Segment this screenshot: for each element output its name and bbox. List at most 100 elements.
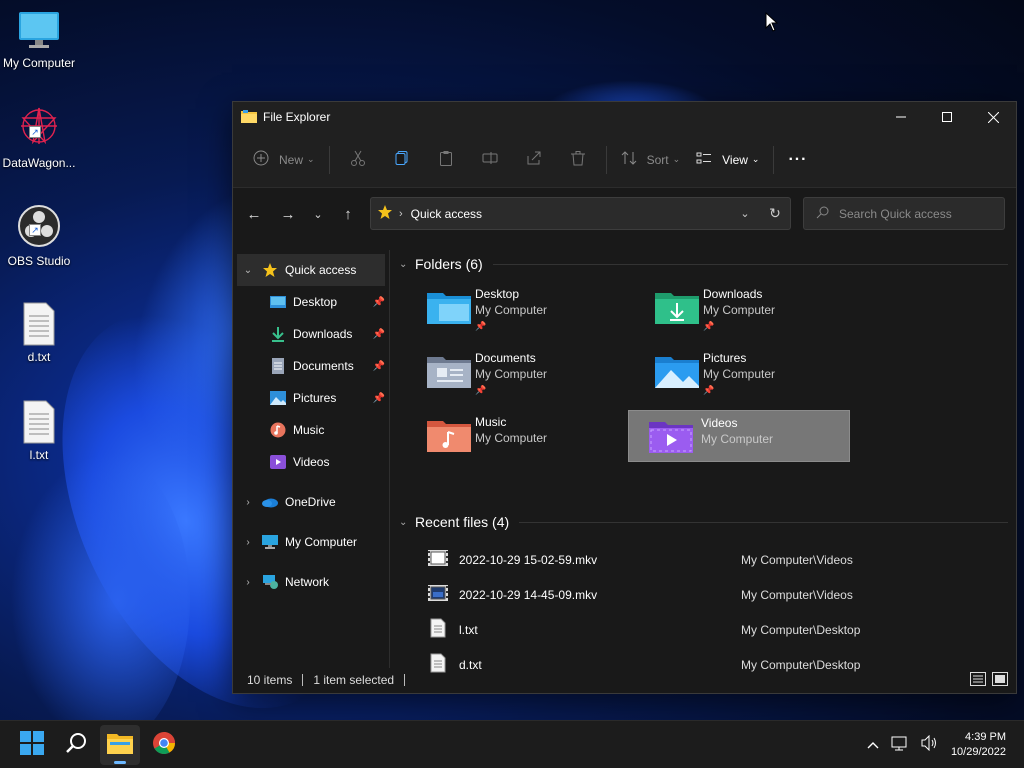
search-icon: [816, 206, 829, 222]
chevron-up-icon: [867, 738, 879, 752]
cut-button[interactable]: [342, 144, 374, 176]
clock[interactable]: 4:39 PM 10/29/2022: [951, 730, 1006, 760]
folder-tile-downloads[interactable]: Downloads My Computer 📌: [619, 282, 841, 334]
chevron-right-icon: ›: [246, 496, 250, 508]
folder-icon: [107, 732, 133, 757]
folder-tile-music[interactable]: Music My Computer: [391, 410, 613, 462]
pin-icon: 📌: [372, 296, 385, 308]
refresh-button[interactable]: ↻: [760, 205, 790, 222]
maximize-button[interactable]: [924, 102, 970, 132]
taskbar: 4:39 PM 10/29/2022: [0, 720, 1024, 768]
search-input[interactable]: [839, 206, 989, 221]
breadcrumb-separator: ›: [399, 207, 403, 220]
desktop-icon-l-txt[interactable]: l.txt: [0, 400, 78, 462]
title-bar[interactable]: File Explorer: [233, 102, 1016, 132]
cloud-icon: [261, 493, 279, 511]
address-bar[interactable]: › Quick access ⌄ ↻: [370, 197, 791, 230]
sidebar-item-network[interactable]: › Network: [233, 566, 389, 598]
picture-icon: [269, 389, 287, 407]
arrow-up-icon: ↑: [344, 205, 352, 223]
start-button[interactable]: [12, 725, 52, 765]
folders-section-header[interactable]: ⌄ Folders (6): [391, 252, 1016, 276]
address-history-button[interactable]: ⌄: [730, 207, 760, 220]
folder-icon: [241, 109, 257, 126]
desktop-folder-icon: [427, 290, 471, 327]
taskbar-chrome-button[interactable]: [144, 725, 184, 765]
delete-button[interactable]: [562, 144, 594, 176]
copy-button[interactable]: [386, 144, 418, 176]
sidebar-item-videos[interactable]: Videos: [233, 446, 389, 478]
folder-tile-desktop[interactable]: Desktop My Computer 📌: [391, 282, 613, 334]
chevron-down-icon: ⌄: [399, 258, 408, 270]
command-bar: New ⌄ Sort ⌄ View ⌄ ···: [233, 132, 1016, 188]
volume-button[interactable]: [921, 734, 939, 754]
pictures-folder-icon: [655, 354, 699, 391]
close-button[interactable]: [970, 102, 1016, 132]
section-divider: [519, 521, 1008, 523]
recent-file-row[interactable]: l.txt My Computer\Desktop: [391, 612, 1016, 647]
arrow-right-icon: →: [280, 205, 296, 223]
speaker-icon: [921, 734, 939, 754]
recent-file-row[interactable]: 2022-10-29 14-45-09.mkv My Computer\Vide…: [391, 577, 1016, 612]
breadcrumb-quick-access[interactable]: Quick access: [411, 207, 482, 221]
navigation-pane: ⌄ Quick access Desktop 📌 Downloads 📌 Doc…: [233, 250, 390, 668]
sidebar-item-downloads[interactable]: Downloads 📌: [233, 318, 389, 350]
show-hidden-icons-button[interactable]: [867, 738, 879, 752]
share-button[interactable]: [518, 144, 550, 176]
sidebar-item-music[interactable]: Music: [233, 414, 389, 446]
up-button[interactable]: ↑: [331, 199, 365, 229]
network-monitor-icon: [891, 736, 909, 754]
desktop-icon-datawagon[interactable]: ↗ DataWagon...: [0, 104, 78, 170]
network-status-button[interactable]: [891, 735, 909, 754]
tiles-view-icon: [992, 671, 1008, 689]
share-icon: [526, 150, 542, 169]
document-icon: [269, 357, 287, 375]
sort-button[interactable]: Sort ⌄: [613, 142, 689, 178]
more-dots-icon: ···: [788, 150, 808, 168]
folder-tile-videos[interactable]: Videos My Computer: [628, 410, 850, 462]
details-view-button[interactable]: [970, 671, 986, 689]
details-view-icon: [970, 671, 986, 689]
status-bar: 10 items 1 item selected: [233, 667, 1016, 693]
rename-button[interactable]: [474, 144, 506, 176]
pin-icon: 📌: [703, 321, 715, 331]
sidebar-item-onedrive[interactable]: › OneDrive: [233, 486, 389, 518]
chevron-down-icon: ⌄: [313, 208, 323, 221]
back-button[interactable]: ←: [237, 199, 271, 229]
monitor-icon: [17, 8, 61, 52]
network-icon: [261, 573, 279, 591]
rename-icon: [482, 150, 498, 169]
content-pane: ⌄ Folders (6) Desktop My Computer 📌 Down…: [391, 250, 1016, 673]
new-button[interactable]: New ⌄: [245, 142, 323, 178]
folder-tile-pictures[interactable]: Pictures My Computer 📌: [619, 346, 841, 398]
view-button[interactable]: View ⌄: [688, 142, 767, 178]
desktop-icon-d-txt[interactable]: d.txt: [0, 302, 78, 364]
recent-files-section-header[interactable]: ⌄ Recent files (4): [391, 510, 1016, 534]
desktop-icon-obs-studio[interactable]: ↗ OBS Studio: [0, 204, 78, 268]
shortcut-arrow-icon: ↗: [29, 224, 41, 236]
sidebar-item-quick-access[interactable]: ⌄ Quick access: [237, 254, 385, 286]
recent-locations-button[interactable]: ⌄: [305, 199, 331, 229]
status-divider: [302, 674, 304, 686]
desktop-icon-my-computer[interactable]: My Computer: [0, 8, 78, 70]
forward-button[interactable]: →: [271, 199, 305, 229]
taskbar-file-explorer-button[interactable]: [100, 724, 140, 765]
plus-circle-icon: [253, 150, 269, 169]
more-options-button[interactable]: ···: [780, 142, 815, 178]
taskbar-search-button[interactable]: [56, 725, 96, 765]
sidebar-item-documents[interactable]: Documents 📌: [233, 350, 389, 382]
sidebar-item-my-computer[interactable]: › My Computer: [233, 526, 389, 558]
scissors-icon: [350, 150, 366, 169]
arrow-left-icon: ←: [246, 205, 262, 223]
folder-tile-documents[interactable]: Documents My Computer 📌: [391, 346, 613, 398]
search-box[interactable]: [803, 197, 1005, 230]
recent-file-row[interactable]: 2022-10-29 15-02-59.mkv My Computer\Vide…: [391, 542, 1016, 577]
paste-button[interactable]: [430, 144, 462, 176]
minimize-button[interactable]: [878, 102, 924, 132]
file-explorer-window: File Explorer New ⌄ Sort ⌄ View ⌄ ··· ← …: [232, 101, 1017, 694]
view-list-icon: [696, 150, 712, 169]
sidebar-item-desktop[interactable]: Desktop 📌: [233, 286, 389, 318]
text-file-icon: [430, 618, 446, 641]
tiles-view-button[interactable]: [992, 671, 1008, 689]
sidebar-item-pictures[interactable]: Pictures 📌: [233, 382, 389, 414]
